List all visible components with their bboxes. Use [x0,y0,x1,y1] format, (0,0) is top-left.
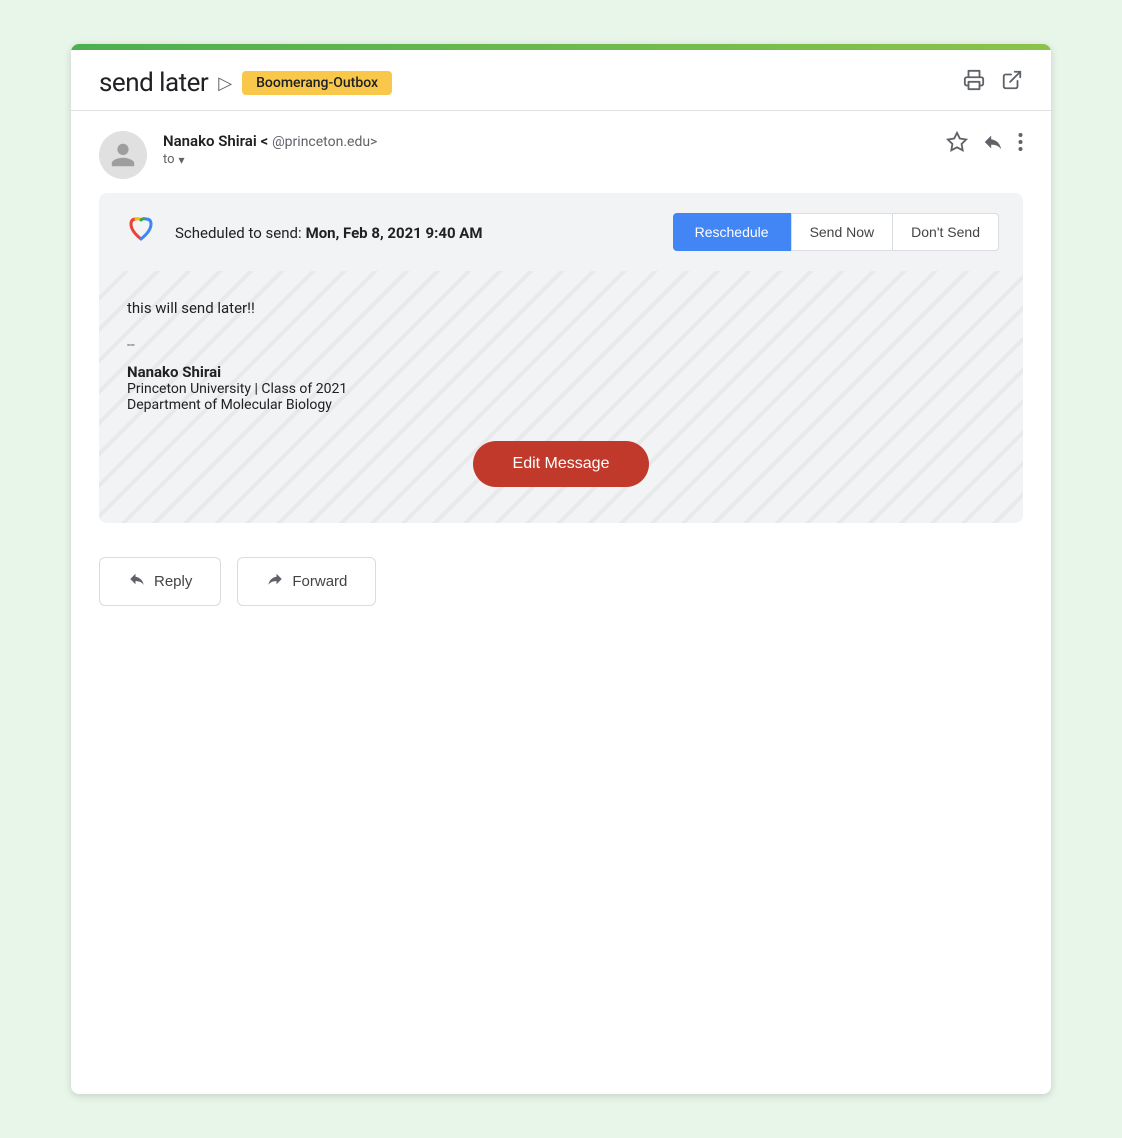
sender-email: @princeton.edu> [272,134,377,150]
sender-info: Nanako Shirai < @princeton.edu> to ▾ [163,131,946,167]
dont-send-button[interactable]: Don't Send [893,213,999,251]
scheduled-text: Scheduled to send: Mon, Feb 8, 2021 9:40… [175,223,657,242]
forward-arrow-icon [266,570,284,593]
scheduled-box: Scheduled to send: Mon, Feb 8, 2021 9:40… [99,193,1023,271]
send-now-button[interactable]: Send Now [791,213,894,251]
reply-label: Reply [154,573,192,590]
reply-arrow-icon [128,570,146,593]
arrow-icon: ▷ [218,73,232,94]
email-card: send later ▷ Boomerang-Outbox [71,44,1051,1094]
to-label: to [163,152,175,167]
to-row: to ▾ [163,152,946,167]
more-icon[interactable] [1018,131,1023,158]
meta-actions [946,131,1023,158]
header-actions [963,69,1023,97]
signature-line2: Department of Molecular Biology [127,397,995,413]
avatar [99,131,147,179]
actions-row: Reply Forward [71,547,1051,606]
signature-line1: Princeton University | Class of 2021 [127,381,995,397]
reply-button[interactable]: Reply [99,557,221,606]
boomerang-logo [123,214,159,250]
scheduled-buttons: Reschedule Send Now Don't Send [673,213,999,251]
page-title: send later [99,68,208,98]
reschedule-button[interactable]: Reschedule [673,213,791,251]
message-body: this will send later!! -- Nanako Shirai … [99,271,1023,523]
scheduled-date: Mon, Feb 8, 2021 9:40 AM [306,224,483,242]
chevron-down-icon[interactable]: ▾ [179,153,185,167]
open-external-icon[interactable] [1001,69,1023,97]
header-bar: send later ▷ Boomerang-Outbox [71,50,1051,111]
signature-name: Nanako Shirai [127,363,995,381]
boomerang-badge: Boomerang-Outbox [242,71,392,95]
reply-icon[interactable] [982,131,1004,158]
scheduled-label: Scheduled to send: [175,224,302,242]
print-icon[interactable] [963,69,985,97]
message-text: this will send later!! [127,299,995,317]
star-icon[interactable] [946,131,968,158]
forward-label: Forward [292,573,347,590]
sender-name: Nanako Shirai < [163,132,268,150]
email-meta: Nanako Shirai < @princeton.edu> to ▾ [71,111,1051,193]
edit-message-button[interactable]: Edit Message [473,441,650,487]
forward-button[interactable]: Forward [237,557,376,606]
message-separator: -- [127,337,995,353]
